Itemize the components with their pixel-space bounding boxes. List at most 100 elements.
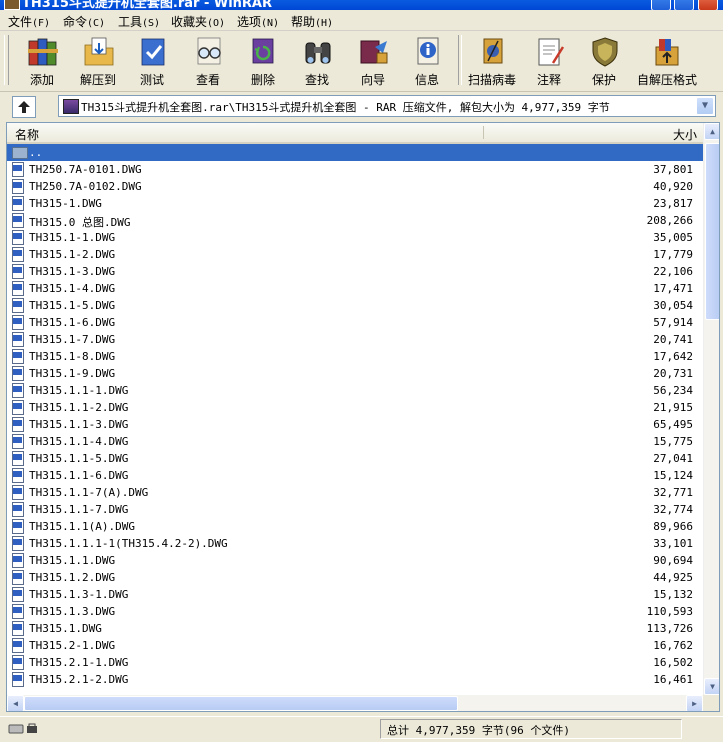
toolbar-grip[interactable] (4, 35, 9, 85)
info-icon (417, 37, 439, 65)
list-item[interactable]: TH315-1.DWG 23,817 (7, 195, 703, 212)
list-item[interactable]: TH315.1-3.DWG 22,106 (7, 263, 703, 280)
list-item[interactable]: TH315.1.1-1.DWG 56,234 (7, 382, 703, 399)
dwg-file-icon (12, 434, 24, 449)
list-item[interactable]: TH315.1-9.DWG 20,731 (7, 365, 703, 382)
maximize-button[interactable] (674, 0, 694, 10)
list-item[interactable]: TH315.1.DWG 113,726 (7, 620, 703, 637)
column-header-name[interactable]: 名称 (15, 126, 39, 143)
list-item[interactable]: TH315.1-1.DWG 35,005 (7, 229, 703, 246)
view-button[interactable]: 查看 (180, 33, 236, 88)
scroll-down-icon[interactable]: ▼ (704, 678, 719, 695)
column-header-size[interactable]: 大小 (673, 126, 697, 143)
dwg-file-icon (12, 264, 24, 279)
chevron-down-icon[interactable]: ▼ (696, 97, 714, 115)
menu-options[interactable]: 选项(N) (235, 12, 281, 31)
file-list: 名称 大小 .. TH250.7A-0101.DWG 37,801 TH250.7A… (6, 122, 720, 712)
close-button[interactable] (698, 0, 718, 10)
list-item[interactable]: TH315.0 总图.DWG 208,266 (7, 212, 703, 229)
delete-button[interactable]: 删除 (235, 33, 291, 88)
comment-button[interactable]: 注释 (521, 33, 577, 88)
vertical-scroll-thumb[interactable] (705, 143, 719, 320)
file-size: 90,694 (653, 554, 693, 567)
list-item[interactable]: TH315.1-8.DWG 17,642 (7, 348, 703, 365)
drive-lock-icon[interactable] (8, 723, 40, 735)
list-item[interactable]: TH315.2-1.DWG 16,762 (7, 637, 703, 654)
scroll-right-icon[interactable]: ▶ (686, 695, 703, 711)
sfx-box-icon (655, 39, 679, 66)
glasses-icon (197, 37, 221, 65)
file-size: 17,779 (653, 248, 693, 261)
dwg-file-icon (12, 672, 24, 687)
scan-virus-button[interactable]: 扫描病毒 (464, 33, 520, 88)
list-item[interactable]: TH315.1.3.DWG 110,593 (7, 603, 703, 620)
scroll-corner (703, 695, 719, 711)
list-item[interactable]: TH315.1.1-5.DWG 27,041 (7, 450, 703, 467)
menu-file[interactable]: 文件(F) (6, 12, 52, 31)
menu-tools[interactable]: 工具(S) (116, 12, 162, 31)
dwg-file-icon (12, 655, 24, 670)
list-item[interactable]: TH315.1.2.DWG 44,925 (7, 569, 703, 586)
list-item[interactable]: TH250.7A-0102.DWG 40,920 (7, 178, 703, 195)
up-folder-button[interactable] (12, 96, 36, 118)
shield-icon (592, 37, 618, 67)
dwg-file-icon (12, 349, 24, 364)
list-item[interactable]: TH315.2.1-2.DWG 16,461 (7, 671, 703, 688)
list-item[interactable]: TH315.1.1-3.DWG 65,495 (7, 416, 703, 433)
dwg-file-icon (12, 315, 24, 330)
file-name: TH315.1.1-4.DWG (29, 435, 129, 448)
list-item[interactable]: TH315.1.1(A).DWG 89,966 (7, 518, 703, 535)
file-size: 40,920 (653, 180, 693, 193)
horizontal-scrollbar[interactable]: ◀ ▶ (7, 695, 703, 711)
file-name: TH315.1.1-7.DWG (29, 503, 129, 516)
file-size: 32,771 (653, 486, 693, 499)
dwg-file-icon (12, 332, 24, 347)
horizontal-scroll-thumb[interactable] (24, 696, 458, 711)
test-button[interactable]: 测试 (124, 33, 180, 88)
menu-commands[interactable]: 命令(C) (61, 12, 107, 31)
list-item[interactable]: TH315.1.1.DWG 90,694 (7, 552, 703, 569)
scroll-left-icon[interactable]: ◀ (7, 695, 24, 711)
file-name: .. (29, 146, 43, 159)
winrar-app-icon (4, 0, 20, 10)
file-name: TH315.1-3.DWG (29, 265, 116, 278)
list-item[interactable]: TH315.1.1-2.DWG 21,915 (7, 399, 703, 416)
books-stack-icon (28, 38, 58, 66)
minimize-button[interactable] (651, 0, 671, 10)
add-button[interactable]: 添加 (14, 33, 70, 88)
parent-folder-row[interactable]: .. (7, 144, 703, 161)
wizard-button[interactable]: 向导 (345, 33, 401, 88)
file-size: 15,124 (653, 469, 693, 482)
dwg-file-icon (12, 502, 24, 517)
list-item[interactable]: TH315.2.1-1.DWG 16,502 (7, 654, 703, 671)
vertical-scrollbar[interactable]: ▲ ▼ (703, 123, 719, 695)
sfx-button[interactable]: 自解压格式 (634, 33, 700, 88)
path-combobox[interactable]: TH315斗式提升机全套图.rar\TH315斗式提升机全套图 - RAR 压缩… (58, 95, 716, 117)
file-size: 17,642 (653, 350, 693, 363)
list-item[interactable]: TH315.1-6.DWG 57,914 (7, 314, 703, 331)
info-button[interactable]: 信息 (399, 33, 455, 88)
dwg-file-icon (12, 213, 24, 228)
list-item[interactable]: TH315.1.1-4.DWG 15,775 (7, 433, 703, 450)
list-item[interactable]: TH315.1-5.DWG 30,054 (7, 297, 703, 314)
list-item[interactable]: TH315.1.1-6.DWG 15,124 (7, 467, 703, 484)
column-divider[interactable] (483, 126, 484, 139)
find-button[interactable]: 查找 (289, 33, 345, 88)
menu-favorites[interactable]: 收藏夹(O) (169, 12, 227, 31)
dwg-file-icon (12, 451, 24, 466)
list-item[interactable]: TH250.7A-0101.DWG 37,801 (7, 161, 703, 178)
list-item[interactable]: TH315.1-4.DWG 17,471 (7, 280, 703, 297)
scroll-up-icon[interactable]: ▲ (704, 123, 719, 140)
menu-help[interactable]: 帮助(H) (289, 12, 335, 31)
protect-button[interactable]: 保护 (576, 33, 632, 88)
list-item[interactable]: TH315.1.1.1-1(TH315.4.2-2).DWG 33,101 (7, 535, 703, 552)
rar-archive-icon (63, 99, 79, 114)
extract-to-button[interactable]: 解压到 (70, 33, 126, 88)
list-item[interactable]: TH315.1.1-7(A).DWG 32,771 (7, 484, 703, 501)
list-item[interactable]: TH315.1-2.DWG 17,779 (7, 246, 703, 263)
list-item[interactable]: TH315.1.3-1.DWG 15,132 (7, 586, 703, 603)
list-item[interactable]: TH315.1.1-7.DWG 32,774 (7, 501, 703, 518)
binoculars-icon (305, 42, 331, 64)
list-item[interactable]: TH315.1-7.DWG 20,741 (7, 331, 703, 348)
file-name: TH315.2-1.DWG (29, 639, 116, 652)
